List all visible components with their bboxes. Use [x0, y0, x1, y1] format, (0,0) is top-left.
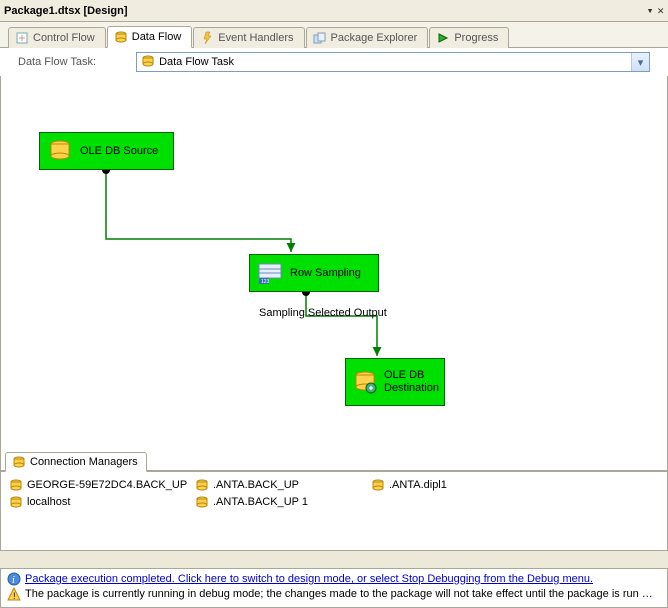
database-destination-icon — [352, 368, 378, 396]
node-label: OLE DB Source — [80, 145, 158, 157]
connection-list: GEORGE-59E72DC4.BACK_UP .ANTA.BACK_UP .A… — [1, 472, 667, 515]
package-explorer-icon — [313, 31, 327, 45]
dataflow-task-icon — [141, 54, 155, 71]
node-label-line1: OLE DB — [384, 369, 424, 381]
warning-icon: ! — [7, 587, 21, 601]
task-row: Data Flow Task: Data Flow Task ▾ — [0, 48, 668, 76]
event-handlers-icon — [200, 31, 214, 45]
database-icon — [195, 495, 209, 509]
connection-managers-icon — [12, 455, 26, 469]
node-oledb-destination[interactable]: OLE DB Destination — [345, 358, 445, 406]
tab-label: Control Flow — [33, 32, 95, 44]
database-icon — [371, 478, 385, 492]
connection-managers-title: Connection Managers — [30, 456, 138, 468]
tab-strip: Control Flow Data Flow Event Handlers Pa… — [0, 22, 668, 48]
node-row-sampling[interactable]: 123 Row Sampling — [249, 254, 379, 292]
status-info-line: i Package execution completed. Click her… — [7, 572, 661, 587]
tab-event-handlers[interactable]: Event Handlers — [193, 27, 304, 48]
task-label: Data Flow Task: — [18, 56, 96, 68]
info-icon: i — [7, 572, 21, 586]
status-panel: i Package execution completed. Click her… — [0, 568, 668, 608]
tab-label: Event Handlers — [218, 32, 293, 44]
progress-icon — [436, 31, 450, 45]
window-title: Package1.dtsx [Design] — [4, 5, 128, 17]
connection-item[interactable]: .ANTA.dipl1 — [371, 478, 541, 492]
database-source-icon — [46, 137, 74, 165]
close-icon[interactable]: ✕ — [657, 4, 664, 17]
svg-text:123: 123 — [261, 279, 270, 285]
connection-item[interactable]: GEORGE-59E72DC4.BACK_UP — [9, 478, 189, 492]
row-sampling-icon: 123 — [256, 259, 284, 287]
chevron-down-icon[interactable]: ▾ — [631, 53, 649, 71]
tab-label: Progress — [454, 32, 498, 44]
window-controls: ▾ ✕ — [647, 4, 664, 17]
design-canvas[interactable]: OLE DB Source 123 Row Sampling Sampling … — [0, 76, 668, 471]
connection-managers-tab[interactable]: Connection Managers — [5, 452, 147, 472]
tab-data-flow[interactable]: Data Flow — [107, 26, 193, 48]
title-bar: Package1.dtsx [Design] ▾ ✕ — [0, 0, 668, 22]
status-warn-text: The package is currently running in debu… — [25, 587, 655, 602]
connection-name: GEORGE-59E72DC4.BACK_UP — [27, 479, 187, 491]
connection-name: .ANTA.BACK_UP — [213, 479, 299, 491]
connection-name: .ANTA.dipl1 — [389, 479, 447, 491]
node-label: Row Sampling — [290, 267, 361, 279]
node-label-line2: Destination — [384, 382, 439, 394]
svg-text:i: i — [12, 575, 15, 586]
connection-item[interactable]: .ANTA.BACK_UP 1 — [195, 495, 365, 509]
tab-label: Data Flow — [132, 31, 182, 43]
connector-label: Sampling Selected Output — [259, 307, 387, 319]
task-selected-value: Data Flow Task — [159, 56, 234, 68]
svg-text:!: ! — [13, 591, 16, 601]
tab-control-flow[interactable]: Control Flow — [8, 27, 106, 48]
connection-managers-panel: Connection Managers GEORGE-59E72DC4.BACK… — [0, 471, 668, 551]
tab-package-explorer[interactable]: Package Explorer — [306, 27, 429, 48]
database-icon — [9, 495, 23, 509]
database-icon — [195, 478, 209, 492]
task-dropdown[interactable]: Data Flow Task ▾ — [136, 52, 650, 72]
connection-name: localhost — [27, 496, 70, 508]
tab-progress[interactable]: Progress — [429, 27, 509, 48]
connection-item[interactable]: localhost — [9, 495, 189, 509]
status-warn-line: ! The package is currently running in de… — [7, 587, 661, 602]
connection-name: .ANTA.BACK_UP 1 — [213, 496, 308, 508]
status-info-link[interactable]: Package execution completed. Click here … — [25, 572, 593, 587]
data-flow-icon — [114, 30, 128, 44]
dropdown-icon[interactable]: ▾ — [647, 4, 654, 17]
control-flow-icon — [15, 31, 29, 45]
connection-item[interactable]: .ANTA.BACK_UP — [195, 478, 365, 492]
node-label: OLE DB Destination — [384, 369, 439, 395]
node-oledb-source[interactable]: OLE DB Source — [39, 132, 174, 170]
tab-label: Package Explorer — [331, 32, 418, 44]
database-icon — [9, 478, 23, 492]
